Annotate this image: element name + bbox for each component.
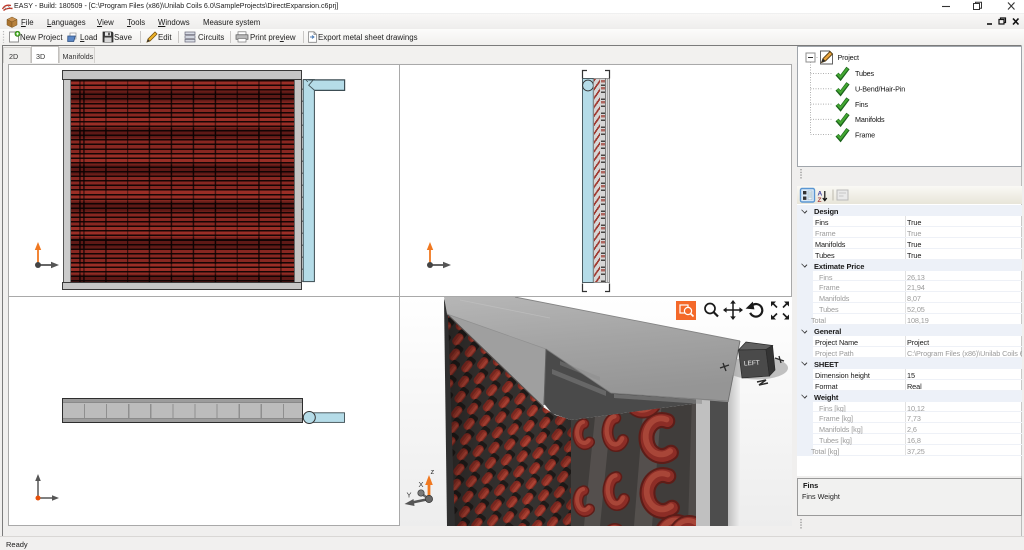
svg-text:Frame: Frame	[855, 130, 875, 139]
svg-text:Fins: Fins	[855, 100, 869, 109]
svg-text:Project: Project	[838, 53, 859, 62]
svg-text:Y: Y	[407, 491, 412, 500]
svg-text:Tubes: Tubes	[855, 69, 875, 78]
svg-text:Manifolds: Manifolds	[855, 115, 885, 124]
svg-text:z: z	[431, 467, 435, 476]
svg-text:U-Bend/Hair-Pin: U-Bend/Hair-Pin	[855, 85, 905, 94]
svg-text:X: X	[419, 480, 424, 489]
svg-text:Z: Z	[818, 197, 822, 204]
svg-text:LEFT: LEFT	[744, 360, 760, 368]
